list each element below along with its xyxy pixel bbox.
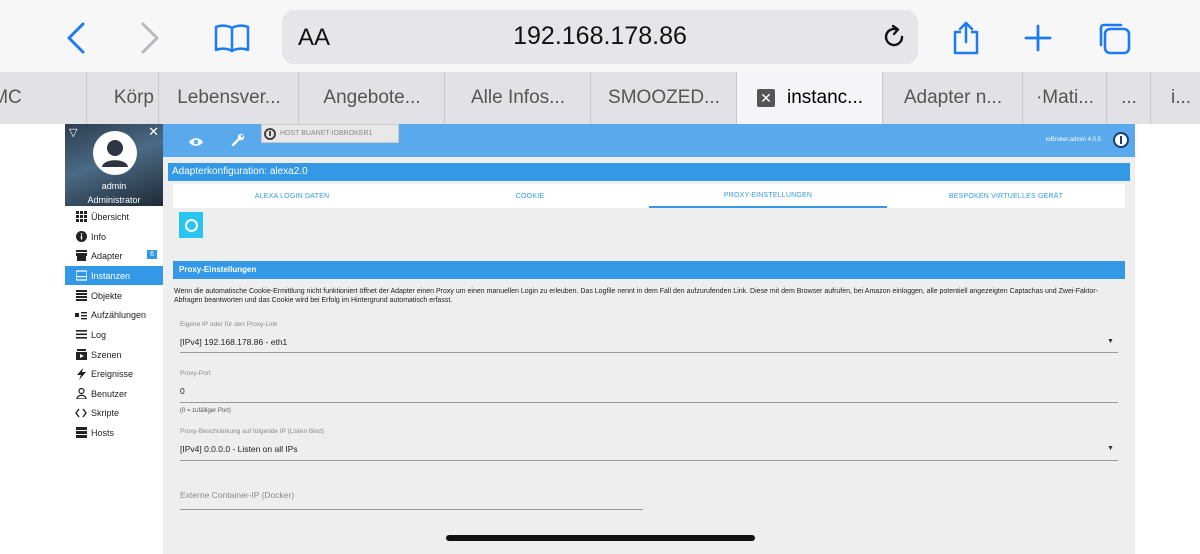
section-header: Proxy-Einstellungen	[173, 261, 1125, 279]
browser-toolbar: AA 192.168.178.86	[0, 0, 1200, 72]
section-description: Wenn die automatische Cookie-Ermittlung …	[174, 288, 1098, 304]
proxy-port-input[interactable]: 0	[180, 386, 185, 396]
tab-1[interactable]: Körp	[86, 72, 158, 124]
bind-ip-underline	[180, 460, 1118, 461]
flash-icon	[75, 367, 87, 380]
bind-ip-label: Proxy-Beschränkung auf folgende IP (List…	[180, 428, 325, 435]
sidebar-item-szenen[interactable]: Szenen	[65, 345, 163, 364]
tab-4[interactable]: Alle Infos...	[444, 72, 591, 124]
reload-icon[interactable]	[880, 23, 908, 56]
scenes-icon	[75, 349, 87, 361]
close-tab-icon[interactable]: ✕	[756, 89, 775, 107]
user-role: Administrator	[87, 195, 141, 205]
admin-version: ioBroker.admin 4.0.5	[1045, 137, 1101, 143]
docker-ip-underline	[180, 509, 643, 510]
sidebar-item-adapter[interactable]: Adapter 6	[65, 246, 163, 265]
adapter-config-title: Adapterkonfiguration: alexa2.0	[168, 163, 1130, 181]
tab-alexa-login[interactable]: ALEXA LOGIN DATEN	[173, 184, 411, 208]
new-tab-icon[interactable]	[1018, 18, 1058, 58]
adapter-count-badge: 6	[147, 250, 157, 259]
tab-2[interactable]: Lebensver...	[158, 72, 299, 124]
tab-9[interactable]: ...	[1106, 72, 1151, 124]
chevron-down-icon[interactable]: ▼	[1107, 338, 1114, 345]
enum-icon	[75, 309, 87, 321]
sidebar-item-ereignisse[interactable]: Ereignisse	[65, 364, 163, 383]
user-name: admin	[101, 181, 127, 191]
own-ip-label: Eigene IP oder für den Proxy-Link	[180, 321, 278, 328]
eye-icon[interactable]	[189, 134, 203, 152]
tab-5[interactable]: SMOOZED...	[590, 72, 737, 124]
iobroker-logo-icon	[1113, 132, 1129, 148]
sidebar-item-hosts[interactable]: Hosts	[65, 423, 163, 442]
main-content: HOST BUANET-IOBROKER1 ioBroker.admin 4.0…	[163, 124, 1135, 554]
sidebar-item-log[interactable]: Log	[65, 325, 163, 344]
sidebar-header: ▽ ✕ admin Administrator	[65, 124, 163, 206]
config-tabs: ALEXA LOGIN DATEN COOKIE PROXY-EINSTELLU…	[173, 184, 1125, 208]
tab-cookie[interactable]: COOKIE	[411, 184, 649, 208]
iobroker-page: ▽ ✕ admin Administrator Übersicht Info A…	[0, 124, 1200, 554]
host-selector[interactable]: HOST BUANET-IOBROKER1	[261, 124, 399, 143]
own-ip-select[interactable]: [IPv4] 192.168.178.86 - eth1	[180, 337, 287, 347]
docker-ip-input[interactable]: Externe Container-IP (Docker)	[180, 490, 294, 500]
proxy-port-help: (0 = zufälliger Port)	[180, 408, 231, 414]
address-text[interactable]: 192.168.178.86	[282, 22, 918, 51]
bookmarks-icon[interactable]	[212, 18, 252, 58]
iobroker-logo-icon	[264, 127, 276, 140]
tab-10[interactable]: i...	[1150, 72, 1200, 124]
sidebar-item-uebersicht[interactable]: Übersicht	[65, 207, 163, 226]
sidebar: ▽ ✕ admin Administrator Übersicht Info A…	[65, 124, 163, 554]
instances-icon	[75, 270, 87, 282]
home-indicator	[446, 535, 755, 541]
user-icon	[75, 388, 87, 400]
bind-ip-select[interactable]: [IPv4] 0.0.0.0 - Listen on all IPs	[180, 444, 298, 454]
sidebar-item-skripte[interactable]: Skripte	[65, 403, 163, 422]
tab-bespoken[interactable]: BESPOKEN VIRTUELLES GERÄT	[887, 184, 1125, 208]
code-icon	[75, 407, 87, 419]
close-icon[interactable]: ✕	[148, 124, 159, 140]
chevron-down-icon[interactable]: ▼	[1107, 445, 1114, 452]
address-bar[interactable]: AA 192.168.178.86	[282, 10, 918, 64]
tab-strip: MC Körp Lebensver... Angebote... Alle In…	[0, 72, 1200, 125]
share-icon[interactable]	[946, 18, 986, 58]
tabs-overview-icon[interactable]	[1094, 18, 1134, 58]
proxy-port-underline	[180, 402, 1118, 403]
store-icon	[75, 250, 87, 262]
sidebar-item-instanzen[interactable]: Instanzen	[65, 266, 163, 285]
sidebar-item-objekte[interactable]: Objekte	[65, 286, 163, 305]
sidebar-item-aufzaehlungen[interactable]: Aufzählungen	[65, 305, 163, 324]
tab-proxy-settings[interactable]: PROXY-EINSTELLUNGEN	[649, 184, 887, 208]
tab-8[interactable]: ·Mati...	[1022, 72, 1107, 124]
app-topbar: HOST BUANET-IOBROKER1 ioBroker.admin 4.0…	[163, 124, 1135, 157]
forward-icon[interactable]	[130, 18, 170, 58]
list-icon	[75, 290, 87, 302]
avatar	[93, 131, 137, 175]
tab-7[interactable]: Adapter n...	[882, 72, 1023, 124]
sidebar-item-benutzer[interactable]: Benutzer	[65, 384, 163, 403]
sidebar-item-info[interactable]: Info	[65, 227, 163, 246]
hosts-icon	[75, 427, 87, 439]
collapse-icon[interactable]: ▽	[69, 126, 77, 139]
own-ip-underline	[180, 352, 1118, 353]
tab-3[interactable]: Angebote...	[298, 72, 445, 124]
back-icon[interactable]	[56, 18, 96, 58]
tab-6-active[interactable]: ✕ instanc...	[736, 72, 883, 124]
proxy-port-label: Proxy-Port	[180, 370, 211, 377]
log-icon	[75, 329, 87, 341]
grid-icon	[75, 211, 87, 223]
tab-0[interactable]: MC	[0, 72, 23, 124]
wrench-icon[interactable]	[231, 133, 245, 152]
info-icon	[75, 231, 87, 243]
alexa-logo-icon	[179, 212, 203, 238]
